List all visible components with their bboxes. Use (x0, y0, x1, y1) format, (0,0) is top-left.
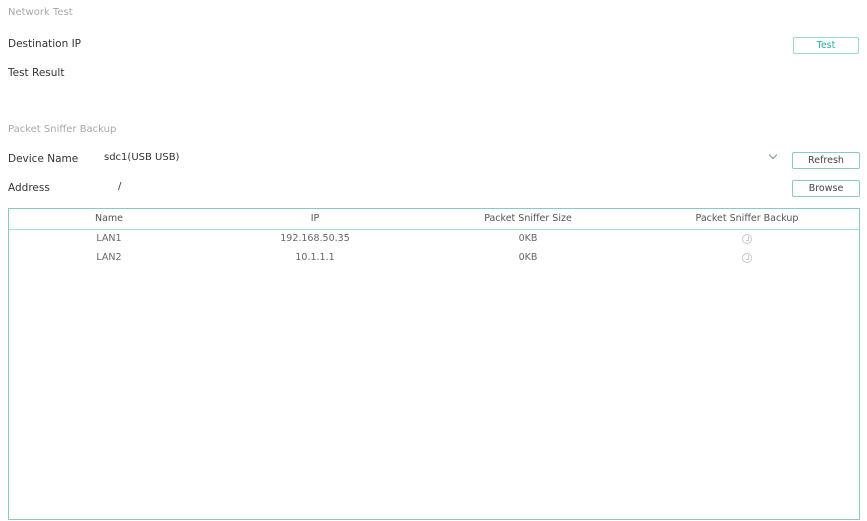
row-size: 0KB (518, 252, 538, 263)
row-name: LAN1 (96, 233, 122, 244)
test-button[interactable]: Test (793, 37, 859, 54)
row-ip: 192.168.50.35 (280, 233, 350, 244)
address-value: / (118, 181, 122, 192)
column-header-packet-sniffer-backup: Packet Sniffer Backup (695, 213, 799, 224)
column-header-ip: IP (310, 213, 320, 224)
column-header-name: Name (94, 213, 124, 224)
table-row[interactable]: LAN1 192.168.50.35 0KB (9, 230, 859, 248)
row-backup (635, 233, 859, 246)
row-size: 0KB (518, 233, 538, 244)
device-name-select[interactable]: sdc1(USB USB) (100, 148, 786, 168)
column-header-packet-sniffer-size: Packet Sniffer Size (484, 213, 572, 224)
browse-button[interactable]: Browse (792, 180, 860, 197)
packet-sniffer-section-title: Packet Sniffer Backup (8, 124, 117, 135)
address-field: / (100, 178, 786, 198)
test-result-label: Test Result (8, 67, 65, 79)
backup-icon[interactable] (742, 253, 752, 263)
table-row[interactable]: LAN2 10.1.1.1 0KB (9, 249, 859, 267)
chevron-down-icon[interactable] (768, 150, 778, 160)
destination-ip-label: Destination IP (8, 38, 82, 50)
test-result-value (120, 64, 780, 82)
row-ip: 10.1.1.1 (295, 252, 335, 263)
device-name-label: Device Name (8, 153, 79, 165)
refresh-button[interactable]: Refresh (792, 152, 860, 169)
address-label: Address (8, 182, 50, 194)
packet-sniffer-table: Name IP Packet Sniffer Size Packet Sniff… (8, 208, 860, 520)
backup-icon[interactable] (742, 234, 752, 244)
destination-ip-input[interactable] (120, 34, 780, 52)
row-backup (635, 252, 859, 265)
table-header: Name IP Packet Sniffer Size Packet Sniff… (9, 209, 859, 230)
row-name: LAN2 (96, 252, 122, 263)
device-name-value: sdc1(USB USB) (104, 152, 180, 163)
network-test-section-title: Network Test (8, 7, 73, 18)
